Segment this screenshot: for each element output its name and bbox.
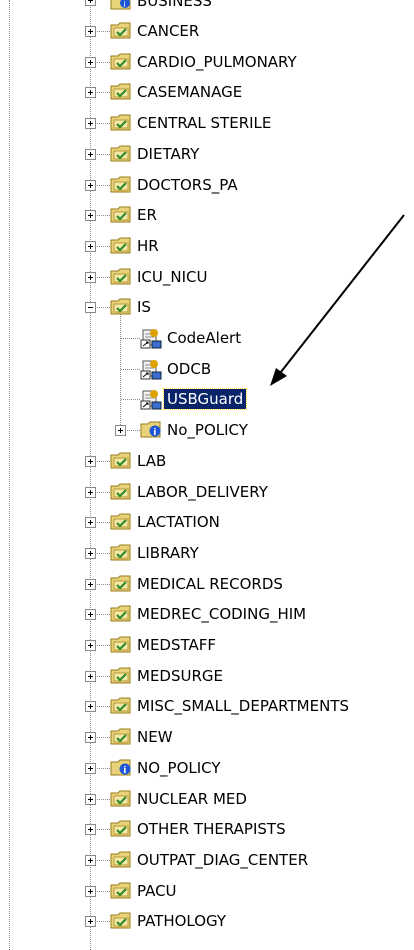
annotation-arrow [270, 214, 405, 386]
